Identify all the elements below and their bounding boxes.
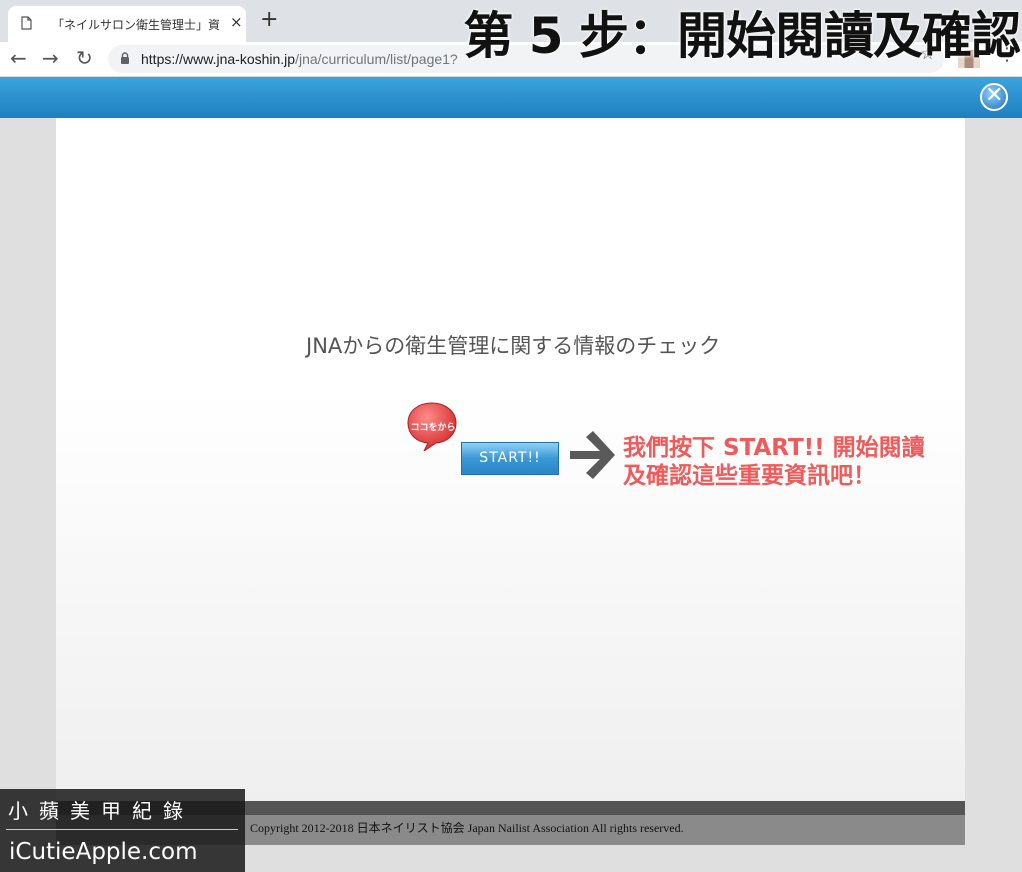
tab-close-icon[interactable]: ×: [230, 13, 243, 31]
watermark: 小蘋美甲紀錄 iCutieApple.com: [0, 789, 245, 872]
instruction-annotation: 我們按下 START!! 開始閱讀 及確認這些重要資訊吧！: [623, 434, 925, 490]
watermark-chinese: 小蘋美甲紀錄: [8, 799, 194, 823]
page-heading: JNAからの衛生管理に関する情報のチェック: [306, 334, 721, 358]
annotation-line-1: 我們按下 START!! 開始閱讀: [623, 435, 925, 461]
url-host: https://www.jna-koshin.jp: [141, 51, 296, 67]
modal-header-bar: [0, 77, 1022, 118]
modal-content: JNAからの衛生管理に関する情報のチェック ココをから START!! 我們按下…: [56, 118, 965, 801]
step-title: 第 5 步：開始閱讀及確認: [463, 7, 1021, 65]
tab-title: 「ネイルサロン衛生管理士」資格: [52, 18, 220, 32]
start-button[interactable]: START!!: [461, 442, 559, 475]
forward-icon[interactable]: →: [42, 47, 59, 69]
reload-icon[interactable]: ↻: [76, 47, 93, 69]
annotation-line-2: 及確認這些重要資訊吧！: [623, 463, 876, 489]
browser-tab[interactable]: 「ネイルサロン衛生管理士」資格 ×: [8, 6, 246, 42]
url-path: /jna/curriculum/list/page1?: [295, 51, 458, 67]
watermark-domain: iCutieApple.com: [9, 839, 198, 865]
url-text: https://www.jna-koshin.jp/jna/curriculum…: [141, 51, 458, 67]
close-icon[interactable]: ✕: [980, 83, 1008, 111]
arrow-right-icon: [570, 431, 615, 479]
lock-icon: [121, 52, 129, 64]
page-icon: [21, 16, 32, 30]
close-label: ✕: [985, 83, 1004, 108]
watermark-divider: [6, 829, 238, 830]
back-icon[interactable]: ←: [10, 47, 27, 69]
new-tab-icon[interactable]: +: [260, 9, 278, 31]
badge-label: ココをから: [410, 423, 456, 433]
copyright-text: Copyright 2012-2018 日本ネイリスト協会 Japan Nail…: [250, 821, 684, 835]
